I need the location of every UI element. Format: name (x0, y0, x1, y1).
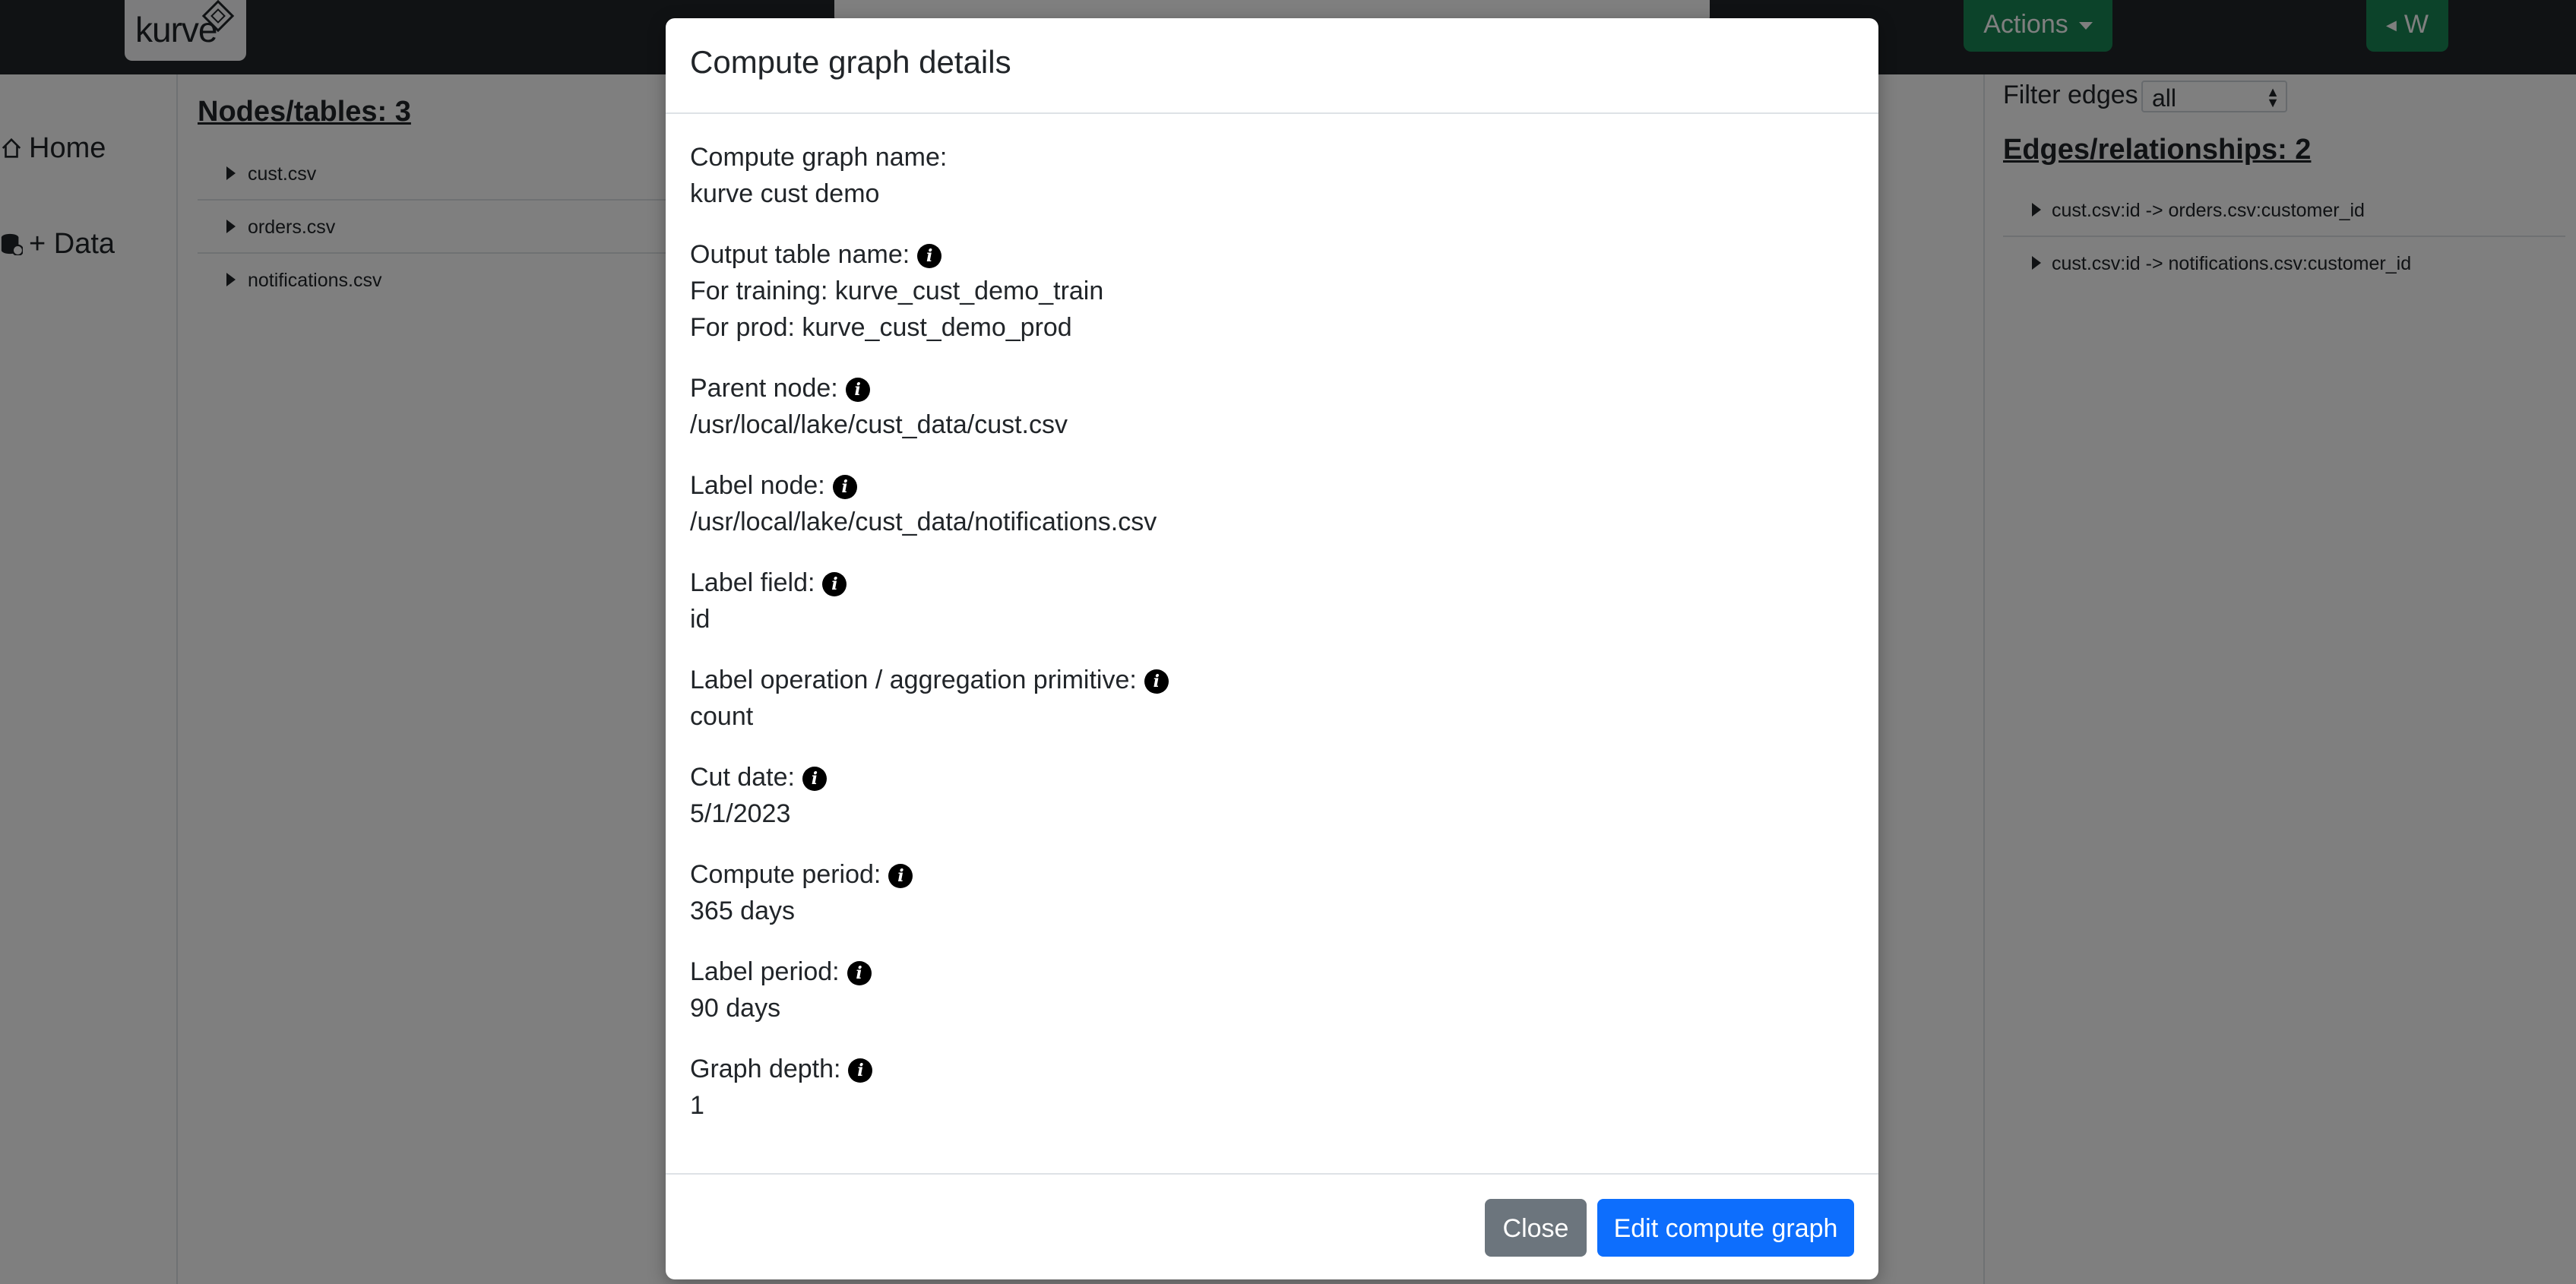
info-icon[interactable]: i (848, 1058, 873, 1083)
label-period-value: 90 days (690, 994, 781, 1023)
output-training-value: For training: kurve_cust_demo_train (690, 277, 1104, 305)
compute-graph-name-label: Compute graph name: (690, 143, 948, 172)
close-button[interactable]: Close (1485, 1199, 1587, 1257)
label-operation-value: count (690, 702, 754, 731)
label-operation-label: Label operation / aggregation primitive:… (690, 666, 1169, 695)
cut-date-value: 5/1/2023 (690, 799, 791, 828)
info-icon[interactable]: i (822, 572, 847, 596)
output-prod-value: For prod: kurve_cust_demo_prod (690, 313, 1072, 342)
parent-node-label: Parent node: i (690, 374, 870, 403)
info-icon[interactable]: i (1144, 669, 1169, 694)
label-field-value: id (690, 605, 710, 634)
label-node-value: /usr/local/lake/cust_data/notifications.… (690, 508, 1157, 536)
modal-footer: Close Edit compute graph (666, 1173, 1878, 1281)
graph-depth-label: Graph depth: i (690, 1055, 873, 1084)
graph-depth-value: 1 (690, 1091, 704, 1120)
compute-graph-name-value: kurve cust demo (690, 179, 880, 208)
output-table-name-label: Output table name: i (690, 240, 942, 270)
edit-compute-graph-button[interactable]: Edit compute graph (1597, 1199, 1854, 1257)
modal-title: Compute graph details (690, 44, 1011, 80)
compute-period-label: Compute period: i (690, 860, 913, 890)
info-icon[interactable]: i (917, 244, 942, 268)
compute-period-value: 365 days (690, 897, 795, 925)
info-icon[interactable]: i (802, 767, 827, 791)
compute-graph-details-modal: Compute graph details Compute graph name… (666, 18, 1878, 1279)
parent-node-value: /usr/local/lake/cust_data/cust.csv (690, 410, 1068, 439)
label-node-label: Label node: i (690, 471, 857, 501)
label-period-label: Label period: i (690, 957, 872, 987)
modal-header: Compute graph details (666, 18, 1878, 114)
info-icon[interactable]: i (888, 864, 913, 888)
label-field-label: Label field: i (690, 568, 847, 598)
info-icon[interactable]: i (847, 961, 872, 985)
info-icon[interactable]: i (832, 475, 857, 499)
info-icon[interactable]: i (845, 378, 870, 402)
cut-date-label: Cut date: i (690, 763, 827, 792)
